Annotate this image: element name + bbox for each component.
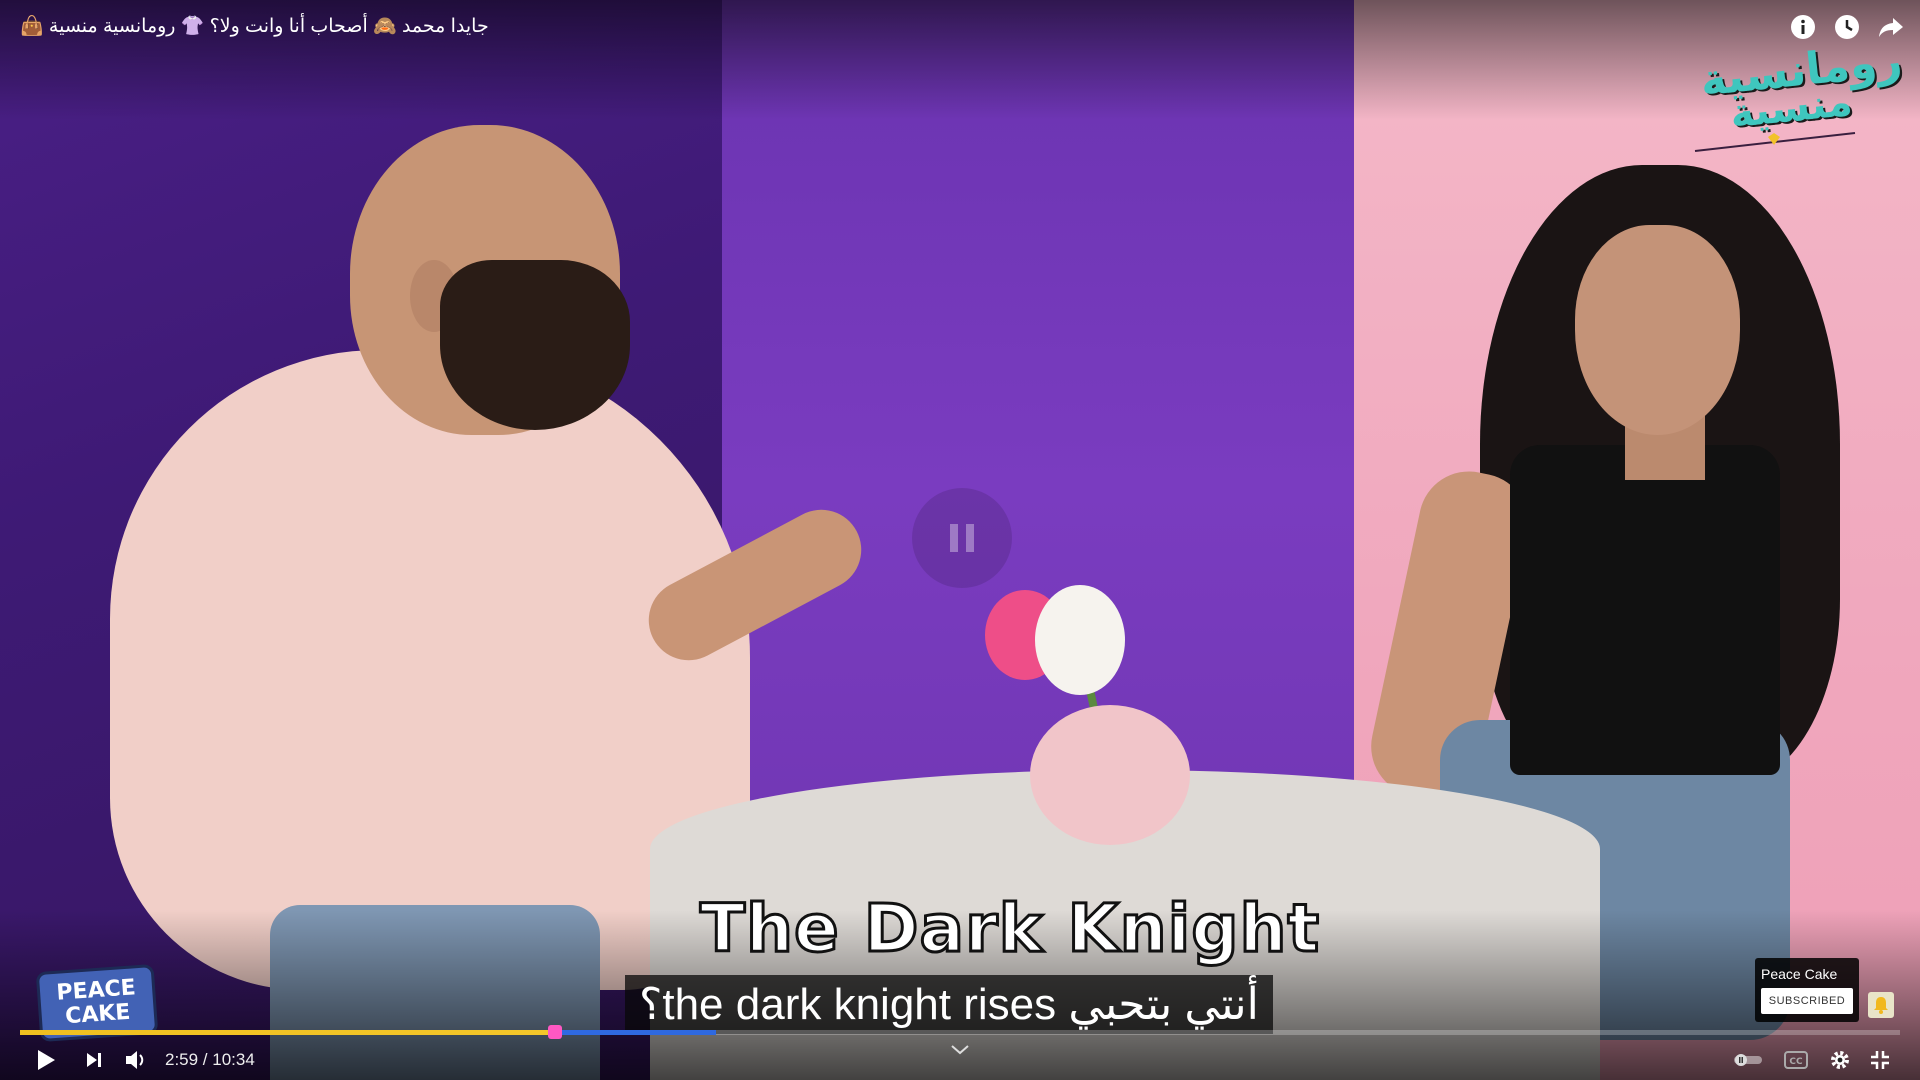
exit-fullscreen-icon[interactable] [1860, 1040, 1900, 1080]
info-icon[interactable] [1788, 12, 1818, 42]
vase [1030, 705, 1190, 845]
scrubber-handle[interactable] [548, 1025, 563, 1039]
subscribed-button[interactable]: SUBSCRIBED [1761, 988, 1853, 1014]
show-logo: رومانسية منسية [1690, 36, 1904, 155]
woman-face [1575, 225, 1740, 435]
video-title[interactable]: جايدا محمد 🙈 أصحاب أنا وانت ولا؟ 👚 رومان… [20, 14, 489, 38]
next-icon[interactable] [76, 1040, 112, 1080]
progress-bar[interactable] [20, 1025, 1900, 1039]
subtitle-track: أنتي بتحبي the dark knight rises؟ [625, 975, 1273, 1034]
arrow-heart-icon [1694, 132, 1856, 152]
player-controls: 2:59 / 10:34 CC [20, 1040, 1900, 1080]
play-icon[interactable] [28, 1040, 64, 1080]
clock-icon[interactable] [1832, 12, 1862, 42]
burned-in-caption: The Dark Knight [698, 889, 1321, 969]
captions-icon[interactable]: CC [1776, 1040, 1816, 1080]
subscribe-card[interactable]: Peace Cake SUBSCRIBED [1755, 958, 1859, 1022]
bell-icon[interactable] [1866, 990, 1896, 1020]
woman-top [1510, 445, 1780, 775]
video-frame[interactable]: جايدا محمد 🙈 أصحاب أنا وانت ولا؟ 👚 رومان… [0, 0, 1920, 1080]
volume-icon[interactable] [118, 1040, 154, 1080]
progress-played [20, 1030, 553, 1035]
pause-icon [950, 524, 974, 552]
autoplay-toggle-icon[interactable] [1728, 1040, 1768, 1080]
gear-icon[interactable] [1820, 1040, 1860, 1080]
channel-name[interactable]: Peace Cake [1761, 966, 1837, 982]
progress-chapter-marker [558, 1030, 716, 1035]
man-beard [440, 260, 630, 430]
white-flower [1035, 585, 1125, 695]
svg-text:CC: CC [1789, 1057, 1803, 1067]
watermark-line2: CAKE [64, 999, 132, 1030]
center-pause-indicator[interactable] [912, 488, 1012, 588]
time-display: 2:59 / 10:34 [165, 1050, 255, 1069]
